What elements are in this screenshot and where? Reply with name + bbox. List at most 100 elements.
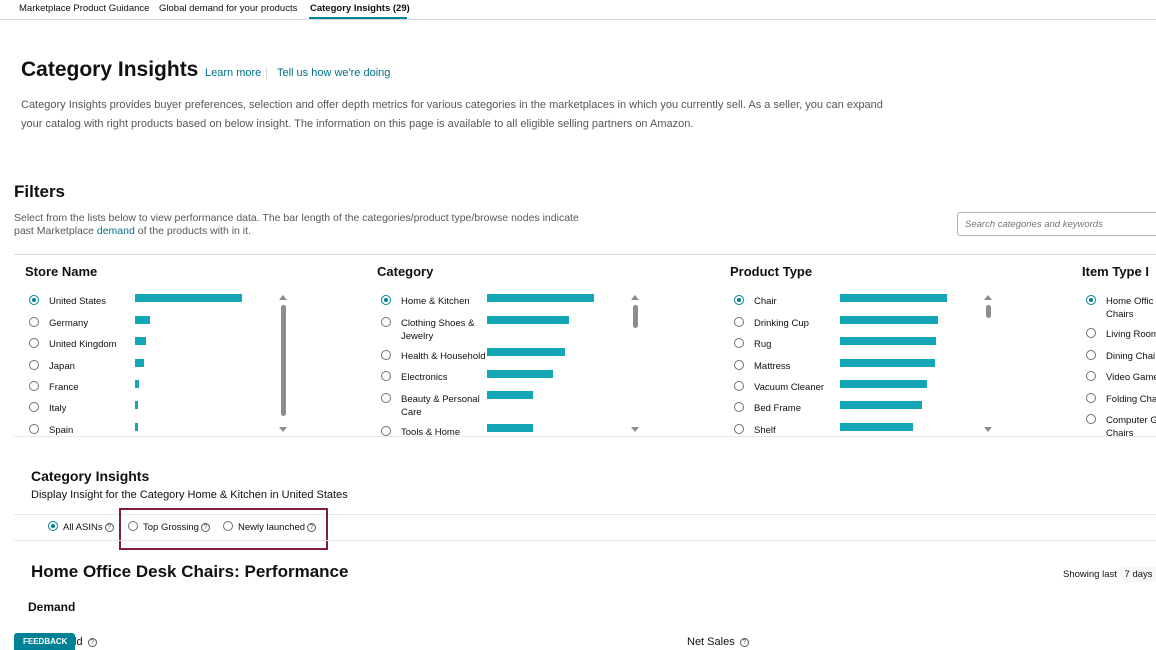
feedback-button[interactable]: FEEDBACK ✕ [14, 633, 75, 650]
store-option[interactable]: Japan [29, 360, 289, 382]
item-type-option[interactable]: Video Game [1086, 371, 1156, 393]
radio-button[interactable] [381, 371, 391, 381]
category-option-label: Clothing Shoes & Jewelry [401, 318, 475, 342]
help-icon[interactable]: ? [739, 637, 749, 647]
demand-bar [135, 401, 138, 409]
category-option[interactable]: Health & Household [381, 350, 486, 372]
scrollbar-thumb[interactable] [986, 305, 991, 318]
demand-link[interactable]: demand [97, 225, 135, 237]
category-option[interactable]: Clothing Shoes & Jewelry [381, 317, 481, 342]
scroll-down-icon[interactable] [631, 427, 639, 432]
radio-button[interactable] [734, 402, 744, 412]
store-option[interactable]: Italy [29, 402, 289, 424]
radio-button[interactable] [734, 381, 744, 391]
radio-button[interactable] [381, 295, 391, 305]
radio-button[interactable] [29, 424, 39, 434]
tell-us-link[interactable]: Tell us how we're doing [277, 67, 390, 79]
radio-button[interactable] [381, 350, 391, 360]
net-sales-label: Net Sales ? [687, 636, 749, 648]
radio-button[interactable] [1086, 414, 1096, 424]
radio-button[interactable] [29, 295, 39, 305]
item-type-option[interactable]: Folding Cha [1086, 393, 1156, 415]
tab-global-demand[interactable]: Global demand for your products [159, 3, 297, 14]
demand-bar [135, 359, 144, 367]
help-icon[interactable]: ? [104, 522, 114, 532]
demand-bar [840, 401, 922, 409]
days-dropdown[interactable]: 7 days [1119, 567, 1156, 582]
product-type-option[interactable]: Shelf [734, 424, 834, 436]
store-option-label: United States [49, 296, 107, 307]
item-type-option[interactable]: Living Room [1086, 328, 1156, 350]
scrollbar-thumb[interactable] [281, 305, 286, 416]
item-type-label: Home Offic Chairs [1106, 296, 1154, 320]
product-type-option[interactable]: Chair [734, 295, 834, 317]
radio-button[interactable] [381, 317, 391, 327]
category-option[interactable]: Tools & Home [381, 426, 481, 436]
store-name-column: Store Name United States Germany United … [25, 264, 325, 436]
radio-button[interactable] [29, 317, 39, 327]
product-type-label: Bed Frame [754, 403, 801, 414]
radio-button[interactable] [29, 402, 39, 412]
radio-button[interactable] [734, 338, 744, 348]
store-option-label: Spain [49, 425, 74, 436]
product-type-option[interactable]: Mattress [734, 360, 834, 382]
radio-button[interactable] [1086, 371, 1096, 381]
radio-button[interactable] [1086, 350, 1096, 360]
item-type-option[interactable]: Dining Chai [1086, 350, 1156, 372]
top-tabs: Marketplace Product Guidance Global dema… [0, 0, 1156, 20]
feedback-label: FEEDBACK [23, 637, 68, 646]
category-option[interactable]: Home & Kitchen [381, 295, 481, 317]
radio-button[interactable] [1086, 328, 1096, 338]
demand-bar [840, 294, 947, 302]
item-type-option[interactable]: Home Offic Chairs [1086, 295, 1156, 320]
demand-bar [487, 391, 533, 399]
item-type-option[interactable]: Computer G Chairs [1086, 414, 1156, 436]
demand-bar [487, 348, 565, 356]
radio-button[interactable] [734, 317, 744, 327]
product-type-option[interactable]: Rug [734, 338, 834, 360]
radio-button[interactable] [29, 360, 39, 370]
demand-bar [135, 294, 242, 302]
radio-button[interactable] [381, 426, 391, 436]
category-column: Category Home & Kitchen Clothing Shoes &… [377, 264, 677, 436]
units-sold-label: ld ? [74, 636, 97, 648]
demand-bar [487, 424, 533, 432]
learn-more-link[interactable]: Learn more [205, 67, 261, 79]
item-type-label: Living Room [1106, 329, 1156, 340]
radio-button[interactable] [48, 521, 58, 531]
radio-button[interactable] [734, 360, 744, 370]
radio-button[interactable] [29, 381, 39, 391]
category-option-label: Beauty & Personal Care [401, 394, 480, 418]
scrollbar-thumb[interactable] [633, 305, 638, 328]
scroll-up-icon[interactable] [279, 295, 287, 300]
product-type-option[interactable]: Vacuum Cleaner [734, 381, 834, 403]
scroll-up-icon[interactable] [631, 295, 639, 300]
radio-button[interactable] [1086, 295, 1096, 305]
link-separator [266, 68, 267, 79]
store-option[interactable]: France [29, 381, 289, 403]
store-option[interactable]: Spain [29, 424, 289, 436]
category-option[interactable]: Electronics [381, 371, 481, 393]
product-type-option[interactable]: Bed Frame [734, 402, 834, 424]
column-title-category: Category [377, 264, 434, 279]
radio-button[interactable] [734, 295, 744, 305]
radio-button[interactable] [734, 424, 744, 434]
tab-marketplace-product-guidance[interactable]: Marketplace Product Guidance [19, 3, 149, 14]
scroll-down-icon[interactable] [984, 427, 992, 432]
product-type-option[interactable]: Drinking Cup [734, 317, 834, 339]
radio-button[interactable] [29, 338, 39, 348]
tab-category-insights[interactable]: Category Insights (29) [310, 3, 410, 14]
product-type-column: Product Type Chair Drinking Cup Rug Matt… [730, 264, 1030, 436]
scroll-down-icon[interactable] [279, 427, 287, 432]
scroll-up-icon[interactable] [984, 295, 992, 300]
radio-button[interactable] [1086, 393, 1096, 403]
column-title-product-type: Product Type [730, 264, 813, 279]
radio-button[interactable] [381, 393, 391, 403]
help-icon[interactable]: ? [87, 637, 97, 647]
item-type-label: Video Game [1106, 372, 1156, 383]
search-input[interactable] [957, 212, 1156, 236]
store-option[interactable]: United Kingdom [29, 338, 289, 360]
store-option[interactable]: Germany [29, 317, 289, 339]
category-option[interactable]: Beauty & Personal Care [381, 393, 481, 418]
item-type-label: Folding Cha [1106, 394, 1156, 405]
